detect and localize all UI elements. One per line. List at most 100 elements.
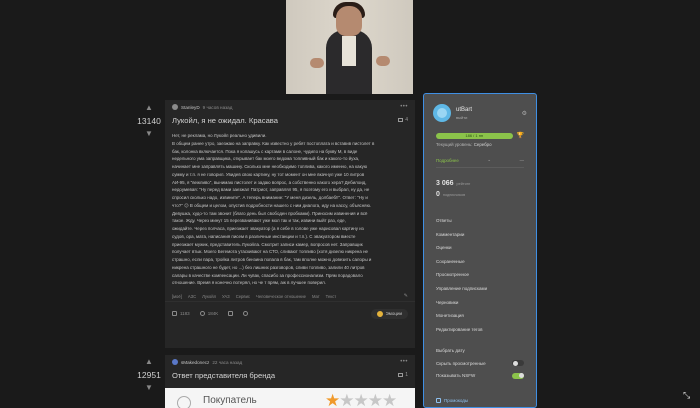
post1-title-row: Лукойл, я не ожидал. Красава 4 xyxy=(165,114,415,126)
level-value: Серебро xyxy=(473,142,492,147)
hide-viewed-toggle[interactable] xyxy=(512,360,524,367)
level-info: Текущий уровень: Серебро xyxy=(424,139,536,147)
star-icon: ★ xyxy=(325,391,340,408)
more-icon[interactable]: ••• xyxy=(400,104,408,110)
menu-item-monetization[interactable]: Монетизация xyxy=(436,309,524,323)
details-toggle[interactable]: Подробнее ⌄ — xyxy=(424,157,536,163)
post2-votes: ▲ 12951 ▼ xyxy=(136,357,162,393)
menu-item-saved[interactable]: Сохраненные xyxy=(436,255,524,269)
post2-rating: 12951 xyxy=(137,370,161,380)
star-icon: ★ xyxy=(367,391,383,408)
buyer-icon xyxy=(177,396,191,408)
tag[interactable]: УАЗ xyxy=(222,294,230,299)
tag[interactable]: Текст xyxy=(326,294,337,299)
post1-comments-badge[interactable]: 4 xyxy=(398,117,408,123)
body-line: Девушка, худо-то там звонит (благо день … xyxy=(172,210,368,216)
star-rating: ★★★★★ xyxy=(325,391,397,408)
post2-image: Покупатель ★★★★★ xyxy=(165,388,415,408)
profile-avatar[interactable] xyxy=(433,104,451,122)
comment-icon xyxy=(172,311,177,316)
post2-title[interactable]: Ответ представителя бренда xyxy=(172,371,275,380)
downvote-icon[interactable]: ▼ xyxy=(136,383,162,393)
post2-comments-badge[interactable]: 1 xyxy=(398,372,408,378)
rating-value: 3 066 xyxy=(436,180,454,187)
views-indicator: 184K xyxy=(199,311,218,316)
post2-header: sMakedonecz 22 часа назад ••• xyxy=(165,355,415,369)
menu-item-answers[interactable]: Ответы xyxy=(436,214,524,228)
eye-icon xyxy=(199,311,205,316)
menu-item-drafts[interactable]: Черновики xyxy=(436,296,524,310)
menu-item-viewed[interactable]: Просмотренное xyxy=(436,268,524,282)
body-line: никрена страшного не будет, но ...) без … xyxy=(172,264,365,270)
gear-icon[interactable]: ⚙ xyxy=(522,110,527,117)
show-nsfw-toggle[interactable] xyxy=(512,372,524,379)
post1-time: 9 часов назад xyxy=(202,104,233,110)
post1-comments-count: 4 xyxy=(405,117,408,123)
author-avatar[interactable] xyxy=(172,104,178,110)
body-line: такое. Жду. Через минут 15 перезванивают… xyxy=(172,218,346,224)
menu-item-edit-tags[interactable]: Редактирование тегов xyxy=(436,323,524,337)
emoji-button[interactable]: Эмоции xyxy=(370,308,408,319)
tag[interactable]: [моё] xyxy=(172,294,182,299)
body-line: недельного ума заправщика, открывает бак… xyxy=(172,156,360,162)
body-line: бак, колонка включается. Пока я копашусь… xyxy=(172,148,358,154)
menu-item-subscriptions[interactable]: Управление подписками xyxy=(436,282,524,296)
progress-text: 186 / 1 нн xyxy=(465,132,484,138)
profile-name[interactable]: utBart xyxy=(456,107,472,113)
body-line: Нет, не реклама, но Лукойл реально удиви… xyxy=(172,133,267,138)
body-line: судов, ора, мата, написания писем в разл… xyxy=(172,233,356,239)
choose-date[interactable]: Выбрать дату xyxy=(436,344,524,357)
minus-icon: — xyxy=(519,157,524,163)
body-line: начинает мне заправлять машину. Сколько … xyxy=(172,164,368,169)
post2-title-row: Ответ представителя бренда 1 xyxy=(165,369,415,381)
comment-icon xyxy=(398,373,404,377)
hide-viewed-label: Скрыть просмотренные xyxy=(436,360,486,366)
post1-title[interactable]: Лукойл, я не ожидал. Красава xyxy=(172,116,278,125)
show-nsfw-row: Показывать NSFW xyxy=(436,369,524,382)
body-line: отношение. Время я конечно потерял, но ч… xyxy=(172,280,326,286)
post1-author[interactable]: StanleyD xyxy=(181,105,200,110)
comment-icon xyxy=(398,118,404,122)
upvote-icon[interactable]: ▲ xyxy=(136,103,162,113)
share-button[interactable] xyxy=(243,311,249,316)
logout-link[interactable]: выйти xyxy=(456,115,472,120)
menu-item-comments[interactable]: Комментарии xyxy=(436,228,524,242)
tag[interactable]: Лукойл xyxy=(202,294,216,299)
choose-date-label: Выбрать дату xyxy=(436,348,465,354)
edit-icon[interactable]: ✎ xyxy=(404,293,408,299)
star-icon: ★ xyxy=(353,391,369,408)
post2-image-text: Покупатель xyxy=(203,395,257,406)
body-line: приезжает мужик, представитель Лукойла. … xyxy=(172,241,363,247)
comments-button[interactable]: 1183 xyxy=(172,311,190,316)
body-line: салары в качестве компенсации. Ли чувак,… xyxy=(172,272,363,278)
post1-rating: 13140 xyxy=(137,116,161,126)
rating-label: рейтинг xyxy=(456,182,471,186)
profile-panel: utBart выйти ⚙ 186 / 1 нн 🏆 Текущий уров… xyxy=(423,93,537,408)
author-avatar[interactable] xyxy=(172,359,178,365)
post1-header: StanleyD 9 часов назад ••• xyxy=(165,100,415,114)
tag[interactable]: Человеческое отношение xyxy=(256,294,306,299)
tag[interactable]: АЗС xyxy=(188,294,196,299)
post2: sMakedonecz 22 часа назад ••• Ответ пред… xyxy=(165,355,415,388)
tag-icon xyxy=(436,398,441,403)
post1-votes: ▲ 13140 ▼ xyxy=(136,103,162,139)
post1: StanleyD 9 часов назад ••• Лукойл, я не … xyxy=(165,100,415,348)
body-line: спросил сколько надо, извините". А тепер… xyxy=(172,195,368,200)
post2-author[interactable]: sMakedonecz xyxy=(181,360,209,365)
menu-item-ratings[interactable]: Оценки xyxy=(436,241,524,255)
level-progress-bar: 186 / 1 нн xyxy=(436,132,513,139)
tag[interactable]: Сервис xyxy=(236,294,250,299)
promo-codes-link[interactable]: Промокоды xyxy=(436,398,468,403)
bookmark-icon xyxy=(228,311,234,316)
tag[interactable]: Мат xyxy=(312,294,320,299)
fullscreen-icon[interactable]: ⤡ xyxy=(683,390,690,401)
profile-settings: Выбрать дату Скрыть просмотренные Показы… xyxy=(424,336,536,382)
hide-viewed-row: Скрыть просмотренные xyxy=(436,357,524,370)
downvote-icon[interactable]: ▼ xyxy=(136,129,162,139)
more-icon[interactable]: ••• xyxy=(400,359,408,365)
upvote-icon[interactable]: ▲ xyxy=(136,357,162,367)
emoji-label: Эмоции xyxy=(385,311,402,316)
save-button[interactable] xyxy=(228,311,234,316)
profile-stats: 3 066 рейтинг 0 подписчиков xyxy=(424,172,536,202)
star-icon: ★ xyxy=(382,391,397,408)
